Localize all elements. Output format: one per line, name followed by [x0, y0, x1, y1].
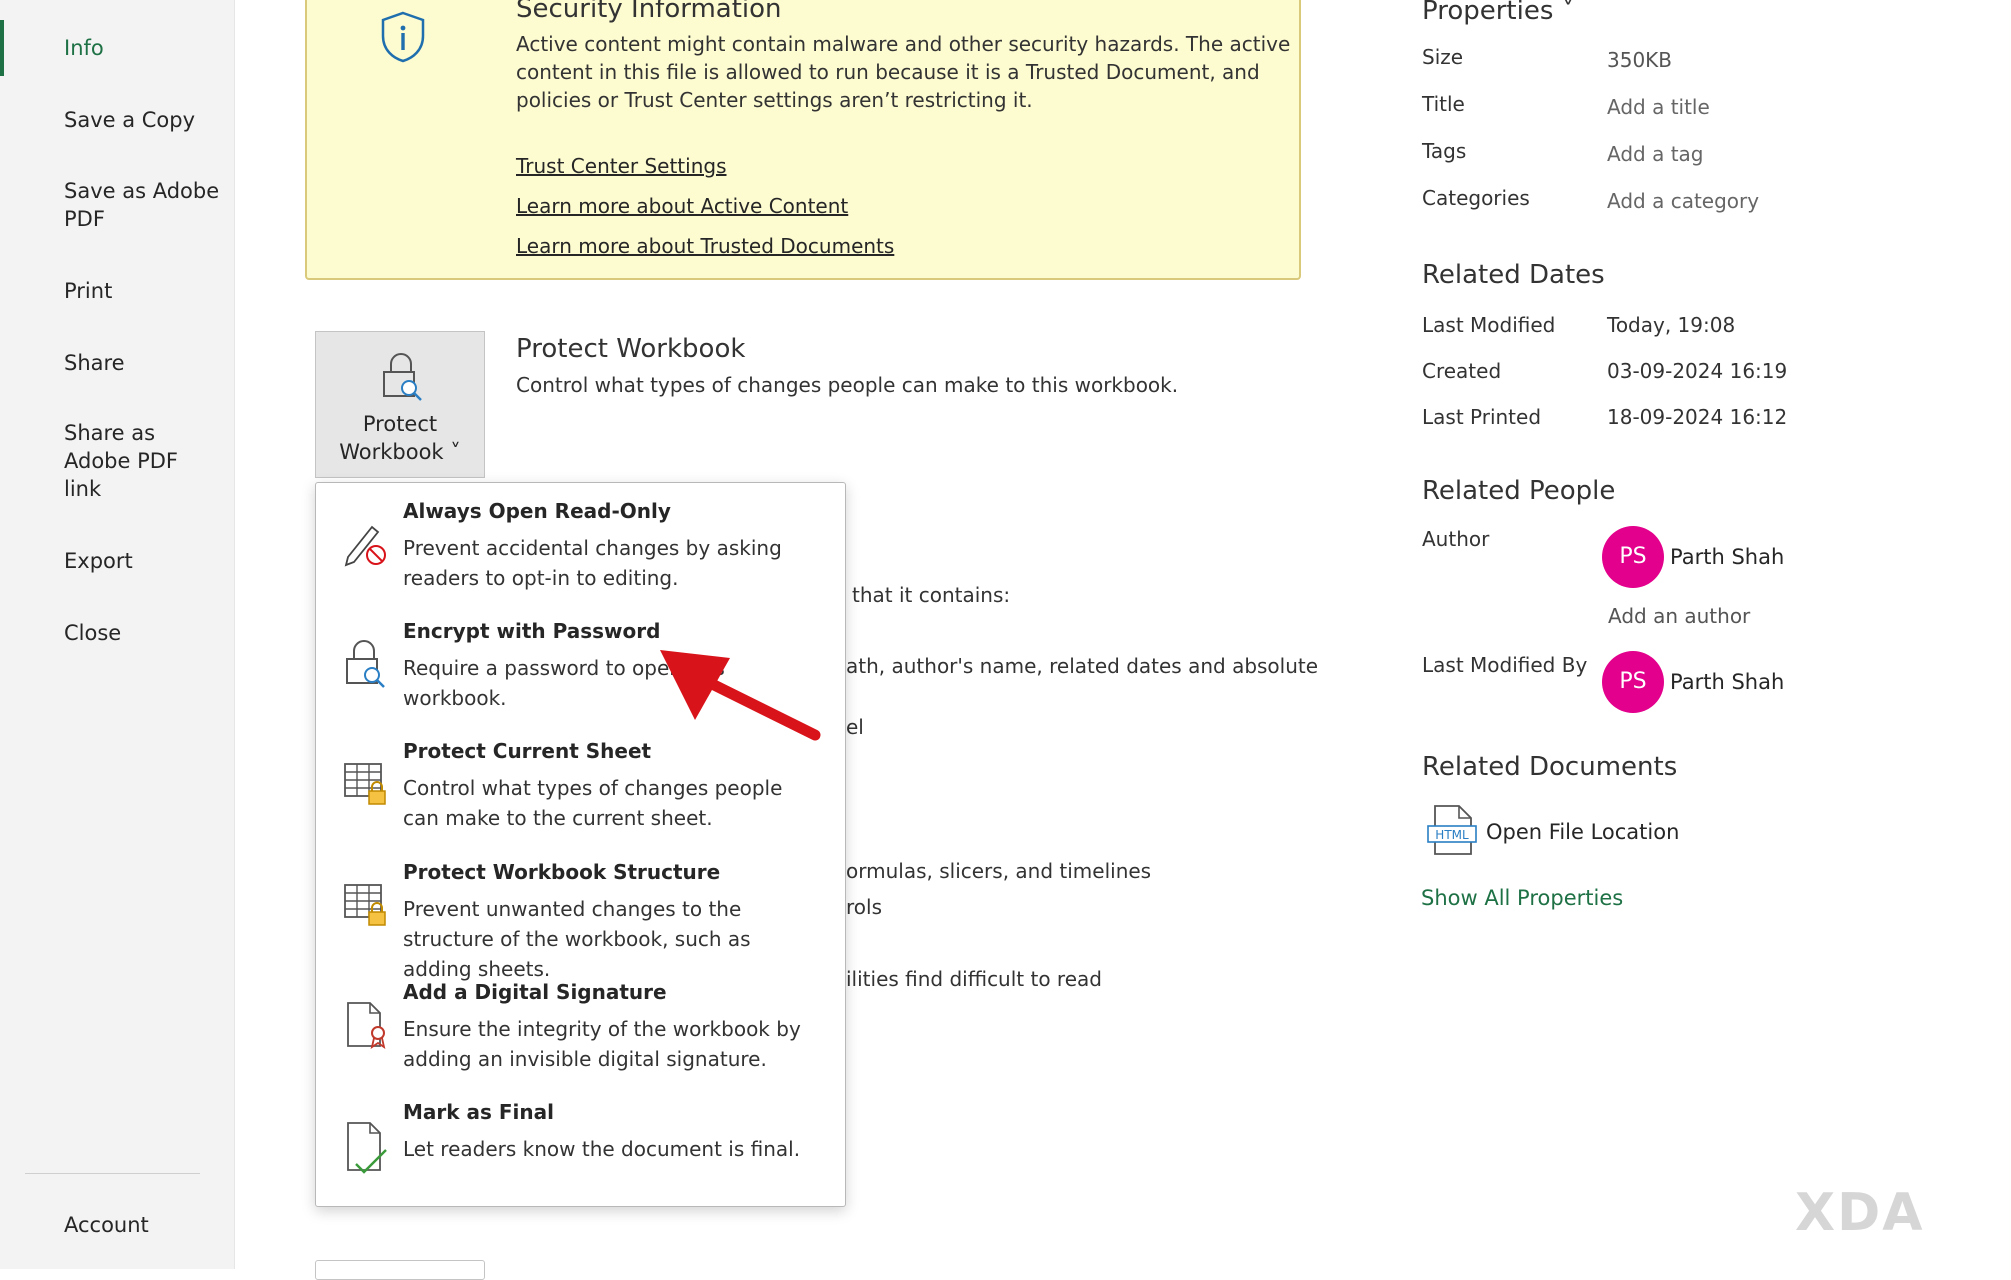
menu-item-description: Control what types of changes people can… — [403, 776, 783, 830]
author-label: Author — [1422, 527, 1490, 551]
last-modified-value: Today, 19:08 — [1607, 313, 1736, 337]
prop-size-value: 350KB — [1607, 48, 1673, 72]
nav-save-as-adobe-pdf[interactable]: Save as Adobe PDF — [64, 177, 224, 233]
nav-save-a-copy[interactable]: Save a Copy — [64, 106, 224, 134]
created-label: Created — [1422, 359, 1502, 383]
learn-active-content-link[interactable]: Learn more about Active Content — [516, 194, 848, 218]
protect-workbook-button[interactable]: Protect Workbook ˅ — [315, 331, 485, 478]
signature-ribbon-icon — [342, 1000, 390, 1054]
menu-item-title: Protect Current Sheet — [403, 739, 652, 763]
prop-tags-input[interactable]: Add a tag — [1607, 142, 1703, 166]
menu-protect-workbook-structure[interactable]: Protect Workbook Structure Prevent unwan… — [316, 844, 845, 981]
pencil-no-edit-icon — [342, 519, 390, 571]
prop-size-label: Size — [1422, 45, 1464, 69]
html-file-icon: HTML — [1427, 804, 1479, 860]
related-dates-heading: Related Dates — [1422, 260, 1605, 290]
nav-account[interactable]: Account — [64, 1211, 224, 1239]
backstage-sidebar: Info Save a Copy Save as Adobe PDF Print… — [0, 0, 235, 1269]
document-check-icon — [342, 1120, 390, 1178]
menu-item-title: Add a Digital Signature — [403, 980, 667, 1004]
open-file-location-link[interactable]: Open File Location — [1486, 820, 1679, 844]
protect-workbook-label: Protect Workbook ˅ — [316, 410, 484, 466]
menu-add-digital-signature[interactable]: Add a Digital Signature Ensure the integ… — [316, 964, 845, 1079]
menu-item-title: Always Open Read-Only — [403, 499, 671, 523]
created-value: 03-09-2024 16:19 — [1607, 359, 1788, 383]
background-text: that it contains: — [852, 583, 1011, 607]
menu-item-description: Prevent accidental changes by asking rea… — [403, 536, 782, 590]
menu-always-open-read-only[interactable]: Always Open Read-Only Prevent accidental… — [316, 483, 845, 598]
nav-print[interactable]: Print — [64, 277, 224, 305]
nav-share-as-adobe-pdf-link[interactable]: Share as Adobe PDF link — [64, 419, 194, 503]
menu-item-description: Let readers know the document is final. — [403, 1137, 801, 1161]
security-title: Security Information — [516, 0, 782, 24]
background-text: ilities find difficult to read — [846, 967, 1102, 991]
properties-heading[interactable]: Properties ˅ — [1422, 0, 1575, 26]
related-people-heading: Related People — [1422, 476, 1616, 506]
nav-close[interactable]: Close — [64, 619, 224, 647]
nav-export[interactable]: Export — [64, 547, 224, 575]
last-modified-by-label: Last Modified By — [1422, 653, 1588, 677]
modifier-name[interactable]: Parth Shah — [1670, 670, 1784, 694]
nav-info[interactable]: Info — [64, 34, 224, 62]
sheet-lock-icon — [342, 759, 390, 811]
menu-item-description: Ensure the integrity of the workbook by … — [403, 1017, 801, 1071]
show-all-properties-link[interactable]: Show All Properties — [1421, 886, 1623, 910]
lock-key-icon — [379, 352, 425, 408]
security-information-panel: Security Information Active content migh… — [305, 0, 1301, 280]
background-text: ath, author's name, related dates and ab… — [846, 654, 1319, 678]
avatar[interactable]: PS — [1602, 526, 1664, 588]
active-indicator — [0, 20, 4, 76]
background-text: el — [846, 715, 864, 739]
protect-workbook-description: Control what types of changes people can… — [516, 373, 1179, 397]
learn-trusted-documents-link[interactable]: Learn more about Trusted Documents — [516, 234, 894, 258]
protect-workbook-menu: Always Open Read-Only Prevent accidental… — [315, 482, 846, 1207]
background-text: rols — [846, 895, 882, 919]
nav-share[interactable]: Share — [64, 349, 224, 377]
protect-label-line1: Protect — [362, 412, 438, 436]
shield-info-icon — [377, 10, 429, 68]
menu-item-title: Protect Workbook Structure — [403, 860, 721, 884]
menu-item-title: Mark as Final — [403, 1100, 554, 1124]
background-text: ormulas, slicers, and timelines — [846, 859, 1152, 883]
menu-item-title: Encrypt with Password — [403, 619, 661, 643]
author-name[interactable]: Parth Shah — [1670, 545, 1784, 569]
next-section-button[interactable] — [315, 1260, 485, 1280]
xda-watermark: XDA — [1795, 1183, 1925, 1243]
workbook-lock-icon — [342, 880, 390, 932]
sidebar-divider — [25, 1173, 200, 1174]
avatar[interactable]: PS — [1602, 651, 1664, 713]
lock-key-icon — [342, 639, 388, 695]
add-author-input[interactable]: Add an author — [1608, 604, 1750, 628]
last-printed-label: Last Printed — [1422, 405, 1542, 429]
related-documents-heading: Related Documents — [1422, 752, 1678, 782]
prop-title-input[interactable]: Add a title — [1607, 95, 1710, 119]
prop-tags-label: Tags — [1422, 139, 1467, 163]
prop-categories-label: Categories — [1422, 186, 1530, 210]
prop-categories-input[interactable]: Add a category — [1607, 189, 1759, 213]
red-annotation-arrow — [660, 650, 821, 741]
last-printed-value: 18-09-2024 16:12 — [1607, 405, 1788, 429]
trust-center-settings-link[interactable]: Trust Center Settings — [516, 154, 727, 178]
protect-workbook-title: Protect Workbook — [516, 334, 746, 364]
prop-title-label: Title — [1422, 92, 1465, 116]
menu-mark-as-final[interactable]: Mark as Final Let readers know the docum… — [316, 1084, 845, 1199]
last-modified-label: Last Modified — [1422, 313, 1556, 337]
svg-text:HTML: HTML — [1435, 828, 1469, 842]
protect-label-line2: Workbook ˅ — [339, 440, 461, 464]
security-description: Active content might contain malware and… — [516, 32, 1291, 112]
